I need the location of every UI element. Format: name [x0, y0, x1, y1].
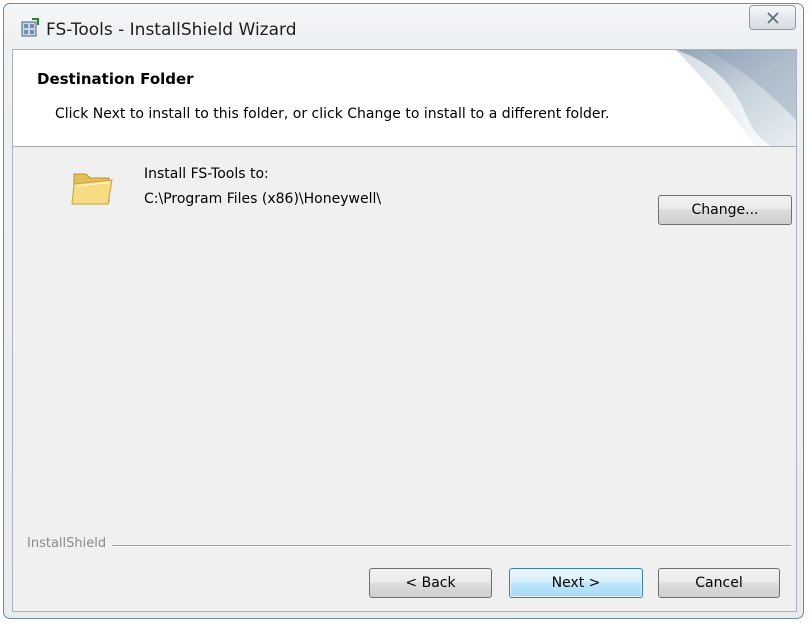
- header-banner: Destination Folder Click Next to install…: [13, 50, 796, 147]
- brand-label: InstallShield: [27, 536, 113, 551]
- destination-path: C:\Program Files (x86)\Honeywell\: [144, 191, 382, 207]
- close-icon: [766, 11, 779, 24]
- banner-graphic-icon: [676, 50, 796, 146]
- back-button[interactable]: < Back: [369, 568, 492, 598]
- title-bar[interactable]: FS-Tools - InstallShield Wizard: [4, 4, 803, 48]
- wizard-panel: Destination Folder Click Next to install…: [12, 49, 797, 612]
- brand-separator: InstallShield: [27, 536, 791, 551]
- folder-icon: [71, 173, 113, 205]
- installer-icon: [21, 18, 39, 37]
- close-button[interactable]: [749, 5, 796, 30]
- separator-line: [27, 545, 791, 547]
- installer-window: FS-Tools - InstallShield Wizard Destinat…: [3, 3, 804, 619]
- page-description: Click Next to install to this folder, or…: [55, 106, 610, 122]
- change-button[interactable]: Change...: [658, 195, 792, 225]
- install-to-label: Install FS-Tools to:: [144, 166, 269, 182]
- page-title: Destination Folder: [37, 70, 194, 88]
- next-button[interactable]: Next >: [509, 568, 643, 598]
- window-title: FS-Tools - InstallShield Wizard: [46, 20, 297, 40]
- cancel-button[interactable]: Cancel: [658, 568, 780, 598]
